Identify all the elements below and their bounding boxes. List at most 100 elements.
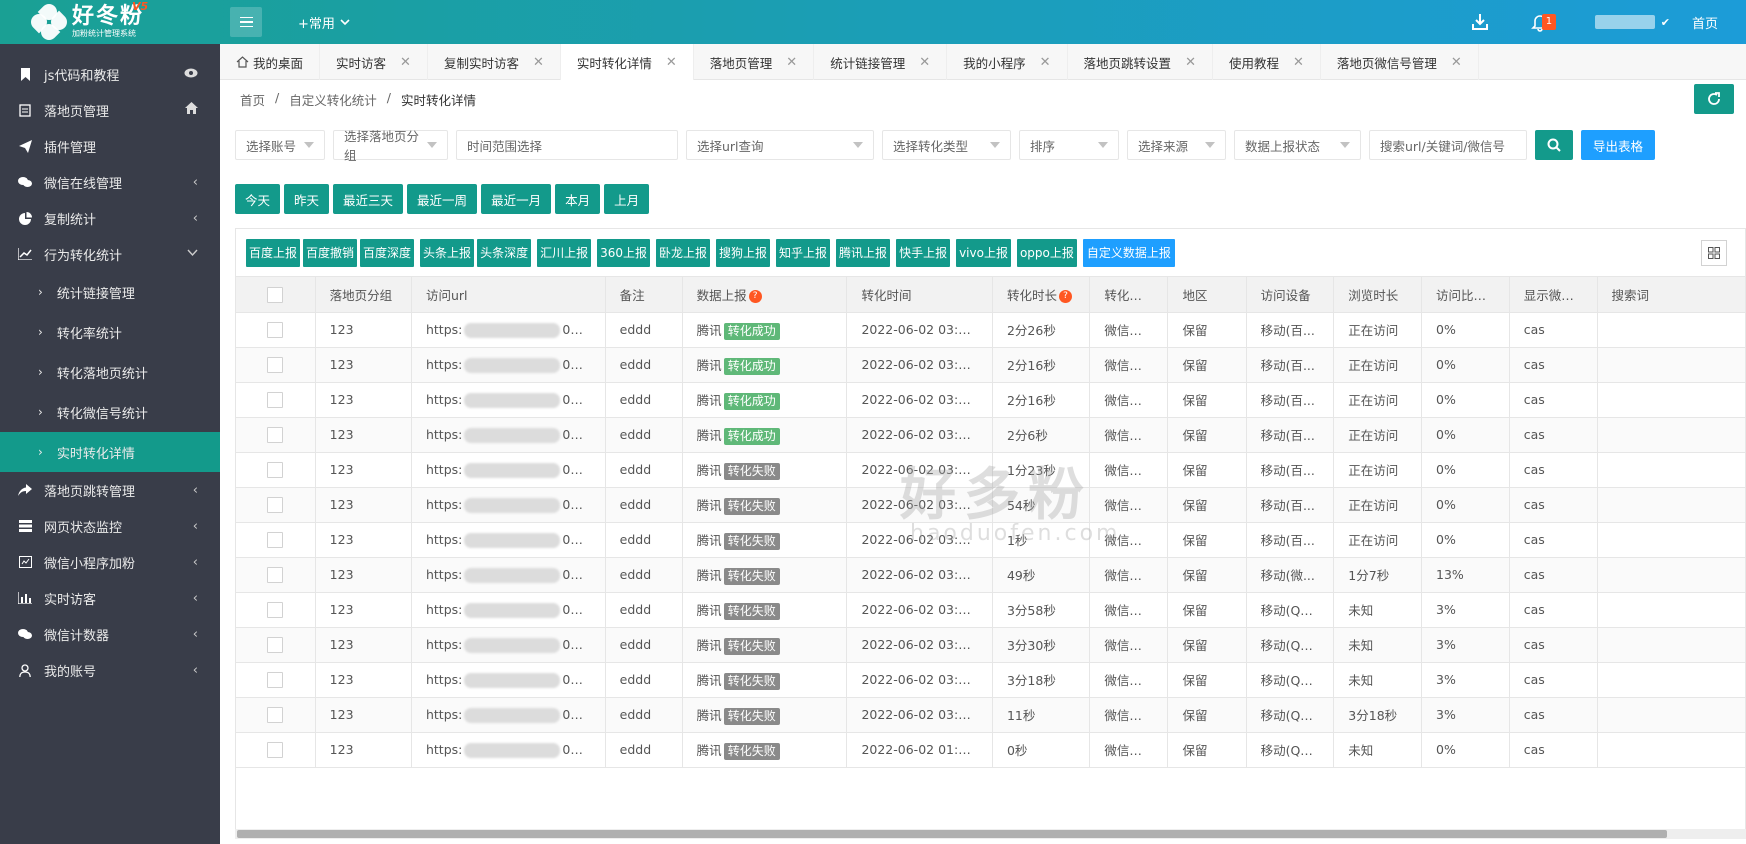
export-button[interactable]: 导出表格 [1581,130,1656,160]
col-header-report[interactable]: 数据上报? [682,277,848,313]
table-row[interactable]: 123 https: 062... eddd 腾讯 转化失败 2022-06-02 01:1… [236,732,1745,768]
conversion-type-select[interactable]: 选择转化类型 [882,130,1011,160]
cell-url[interactable]: https: 062... [411,557,606,593]
tab-realtime-visitors[interactable]: 实时访客 ✕ [320,44,428,80]
user-name-masked[interactable] [1594,15,1655,29]
menu-toggle-button[interactable] [230,7,262,37]
row-checkbox[interactable] [267,321,284,338]
close-icon[interactable]: ✕ [786,55,797,70]
col-header-note[interactable]: 备注 [605,277,683,313]
table-row[interactable]: 123 https: 062... eddd 腾讯 转化失败 2022-06-02 03:5… [236,452,1745,488]
tab-mini-program[interactable]: 我的小程序 ✕ [947,44,1068,80]
sidebar-item-mini-program[interactable]: 微信小程序加粉 ‹ [0,544,220,580]
table-row[interactable]: 123 https: 062... eddd 腾讯 转化失败 2022-06-02 03:5… [236,522,1745,558]
col-header-browse[interactable]: 浏览时长 [1333,277,1423,313]
toutiao-report-button[interactable]: 头条上报 [420,238,475,267]
table-row[interactable]: 123 https: 062... eddd 腾讯 转化失败 2022-06-02 03:1… [236,662,1745,698]
date-last-3-days-button[interactable]: 最近三天 [333,184,404,214]
sidebar-subitem-realtime-conversion[interactable]: › 实时转化详情 [0,432,220,472]
row-checkbox[interactable] [267,461,284,478]
source-select[interactable]: 选择来源 [1127,130,1226,160]
breadcrumb-home[interactable]: 首页 [240,90,265,109]
col-header-group[interactable]: 落地页分组 [315,277,412,313]
url-query-select[interactable]: 选择url查询 [686,130,874,160]
row-checkbox[interactable] [267,636,284,653]
toutiao-deep-button[interactable]: 头条深度 [477,238,532,267]
sidebar-item-realtime-visitors[interactable]: 实时访客 ‹ [0,580,220,616]
table-row[interactable]: 123 https: 062... eddd 腾讯 转化成功 2022-06-02 03:5… [236,417,1745,453]
row-checkbox[interactable] [267,741,284,758]
sidebar-item-landing-redirect[interactable]: 落地页跳转管理 ‹ [0,472,220,508]
sogou-report-button[interactable]: 搜狗上报 [716,238,771,267]
360-report-button[interactable]: 360上报 [597,238,650,267]
cell-url[interactable]: https: 062... [411,522,606,558]
tab-realtime-conversion[interactable]: 实时转化详情 ✕ [560,44,694,80]
row-checkbox[interactable] [267,706,284,723]
breadcrumb-custom-stats[interactable]: 自定义转化统计 [289,90,377,109]
close-icon[interactable]: ✕ [1293,55,1304,70]
table-row[interactable]: 123 https: 062... eddd 腾讯 转化成功 2022-06-02 03:5… [236,382,1745,418]
sidebar-item-plugins[interactable]: 插件管理 [0,128,220,164]
sidebar-subitem-conversion-landing[interactable]: › 转化落地页统计 [0,352,220,392]
tab-landing-wechat[interactable]: 落地页微信号管理 ✕ [1321,44,1479,80]
date-this-month-button[interactable]: 本月 [555,184,601,214]
help-icon[interactable]: ? [1488,289,1502,303]
table-row[interactable]: 123 https: 062... eddd 腾讯 转化失败 2022-06-02 03:1… [236,592,1745,628]
baidu-report-button[interactable]: 百度上报 [246,238,301,267]
common-menu[interactable]: +常用 [298,13,351,32]
close-icon[interactable]: ✕ [1185,55,1196,70]
notification-button[interactable]: 1 [1515,0,1565,44]
col-header-time[interactable]: 转化时间 [846,277,993,313]
wolong-report-button[interactable]: 卧龙上报 [656,238,711,267]
sidebar-item-wechat-counter[interactable]: 微信计数器 ‹ [0,616,220,652]
close-icon[interactable]: ✕ [1040,55,1051,70]
scrollbar-thumb[interactable] [237,830,1667,838]
date-today-button[interactable]: 今天 [235,184,281,214]
baidu-deep-button[interactable]: 百度深度 [360,238,415,267]
row-checkbox[interactable] [267,566,284,583]
user-dropdown-icon[interactable]: ✔ [1661,16,1670,29]
sidebar-subitem-conversion-wechat[interactable]: › 转化微信号统计 [0,392,220,432]
date-yesterday-button[interactable]: 昨天 [284,184,330,214]
close-icon[interactable]: ✕ [1451,55,1462,70]
tab-tutorial[interactable]: 使用教程 ✕ [1213,44,1321,80]
table-row[interactable]: 123 https: 062... eddd 腾讯 转化失败 2022-06-02 03:5… [236,487,1745,523]
table-row[interactable]: 123 https: 062... eddd 腾讯 转化失败 2022-06-02 03:2… [236,557,1745,593]
home-link[interactable]: 首页 [1692,13,1718,32]
row-checkbox[interactable] [267,531,284,548]
close-icon[interactable]: ✕ [533,55,544,70]
sidebar-subitem-conversion-rate[interactable]: › 转化率统计 [0,312,220,352]
row-checkbox[interactable] [267,601,284,618]
date-last-week-button[interactable]: 最近一周 [407,184,478,214]
sidebar-item-js-code[interactable]: js代码和教程 [0,56,220,92]
tab-link-management[interactable]: 统计链接管理 ✕ [814,44,948,80]
col-header-keyword[interactable]: 搜索词 [1597,277,1745,313]
col-header-device[interactable]: 访问设备 [1246,277,1335,313]
cell-url[interactable]: https: 062... [411,312,606,348]
table-row[interactable]: 123 https: 062... eddd 腾讯 转化失败 2022-06-02 03:1… [236,697,1745,733]
table-row[interactable]: 123 https: 062... eddd 腾讯 转化成功 2022-06-02 03:5… [236,312,1745,348]
row-checkbox[interactable] [267,356,284,373]
search-button[interactable] [1535,130,1573,160]
cell-url[interactable]: https: 062... [411,347,606,383]
download-button[interactable] [1455,0,1505,44]
sidebar-item-my-account[interactable]: 我的账号 ‹ [0,652,220,688]
select-all-checkbox[interactable] [267,286,284,303]
cell-url[interactable]: https: 062... [411,732,606,768]
col-header-region[interactable]: 地区 [1167,277,1247,313]
report-status-select[interactable]: 数据上报状态 [1234,130,1361,160]
row-checkbox[interactable] [267,671,284,688]
tab-desktop[interactable]: 我的桌面 [220,44,321,80]
date-last-month-button[interactable]: 最近一月 [481,184,552,214]
oppo-report-button[interactable]: oppo上报 [1016,238,1077,267]
cell-url[interactable]: https: 062... [411,627,606,663]
landing-group-select[interactable]: 选择落地页分组 [333,129,448,163]
sort-select[interactable]: 排序 [1019,130,1119,160]
tab-landing-redirect[interactable]: 落地页跳转设置 ✕ [1068,44,1213,80]
col-header-ratio[interactable]: 访问比例? [1421,277,1510,313]
horizontal-scrollbar[interactable] [235,829,1746,839]
zhihu-report-button[interactable]: 知乎上报 [776,238,831,267]
row-checkbox[interactable] [267,496,284,513]
sidebar-item-copy-stats[interactable]: 复制统计 ‹ [0,200,220,236]
cell-url[interactable]: https: 062... [411,452,606,488]
